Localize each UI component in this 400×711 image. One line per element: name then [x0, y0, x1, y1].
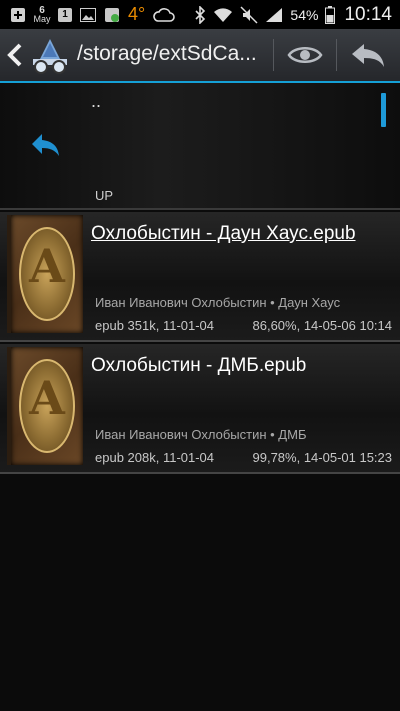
- book-meta: epub 208k, 11-01-04: [95, 450, 215, 465]
- reply-icon[interactable]: [350, 41, 386, 69]
- mute-icon: [240, 5, 258, 24]
- book-author: Иван Иванович Охлобыстин • ДМБ: [95, 427, 307, 442]
- battery-icon: [325, 5, 336, 24]
- parent-dir-dots: ..: [91, 91, 102, 111]
- app-logo-icon[interactable]: [30, 37, 70, 75]
- battery-percent: 54%: [290, 6, 319, 23]
- scrollbar[interactable]: [381, 93, 386, 127]
- temperature-text: 4°: [128, 4, 146, 24]
- book-meta: epub 351k, 11-01-04: [95, 318, 215, 333]
- up-label: UP: [95, 188, 114, 203]
- download-icon: [104, 7, 120, 23]
- gallery-icon: [80, 7, 96, 22]
- action-bar: /storage/extSdCa...: [0, 29, 400, 83]
- book-author: Иван Иванович Охлобыстин • Даун Хаус: [95, 295, 341, 310]
- calendar-icon: 6 May: [33, 4, 51, 24]
- clock: 10:14: [344, 3, 392, 25]
- path-title: /storage/extSdCa...: [77, 42, 257, 65]
- book-title: Охлобыстин - Даун Хаус.epub: [91, 223, 356, 244]
- book-cover-icon: A: [7, 215, 83, 333]
- divider: [336, 39, 337, 71]
- book-title: Охлобыстин - ДМБ.epub: [91, 355, 307, 376]
- divider: [273, 39, 274, 71]
- list-item-up[interactable]: .. UP: [0, 83, 400, 210]
- list-item[interactable]: A Охлобыстин - Даун Хаус.epub Иван Ивано…: [0, 212, 400, 342]
- signal-icon: [265, 7, 283, 23]
- wifi-icon: [213, 7, 233, 23]
- file-list: .. UP A Охлобыстин - Даун Хаус.epub Иван…: [0, 83, 400, 474]
- bluetooth-icon: [194, 5, 206, 24]
- badge-icon: 1: [58, 7, 72, 22]
- up-arrow-icon: [30, 131, 62, 159]
- book-cover-icon: A: [7, 347, 83, 465]
- book-progress: 99,78%, 14-05-01 15:23: [252, 450, 393, 465]
- eye-icon[interactable]: [287, 43, 323, 67]
- status-bar: 6 May 1 4° 54% 10:14: [0, 0, 400, 29]
- add-notification-icon: [10, 7, 26, 23]
- book-progress: 86,60%, 14-05-06 10:14: [252, 318, 393, 333]
- list-item[interactable]: A Охлобыстин - ДМБ.epub Иван Иванович Ох…: [0, 344, 400, 474]
- back-chevron-icon[interactable]: [6, 42, 24, 68]
- cloud-icon: [153, 7, 176, 22]
